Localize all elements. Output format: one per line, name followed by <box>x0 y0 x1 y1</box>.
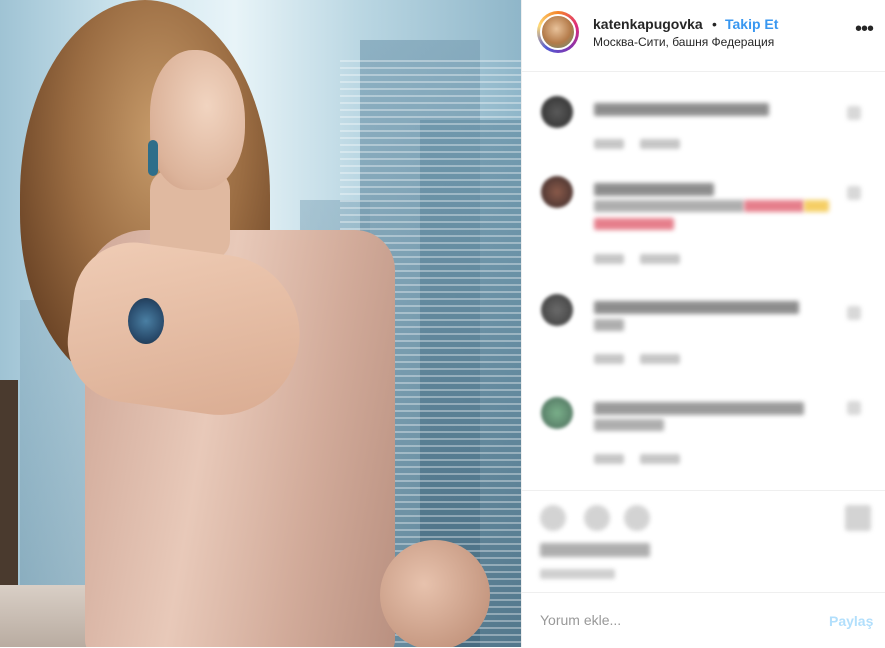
ellipsis-icon[interactable]: ••• <box>852 19 876 43</box>
comment-icon[interactable] <box>584 505 610 531</box>
post-photo[interactable] <box>0 0 521 647</box>
heart-icon[interactable] <box>847 306 861 320</box>
redacted-comment-text <box>594 301 799 314</box>
avatar[interactable] <box>540 14 576 50</box>
follow-button[interactable]: Takip Et <box>725 16 778 32</box>
redacted-reply[interactable] <box>640 139 680 149</box>
redacted-post-date <box>540 569 615 579</box>
redacted-comment-text <box>594 419 664 431</box>
redacted-comment-text <box>594 200 744 212</box>
post-side-panel: katenkapugovka • Takip Et Москва-Сити, б… <box>521 0 885 647</box>
post-header: katenkapugovka • Takip Et Москва-Сити, б… <box>522 0 885 72</box>
redacted-comment-meta <box>594 254 624 264</box>
story-ring[interactable] <box>537 11 579 53</box>
location-link[interactable]: Москва-Сити, башня Федерация <box>593 35 774 49</box>
redacted-reply[interactable] <box>640 454 680 464</box>
avatar[interactable] <box>541 176 573 208</box>
separator-dot: • <box>712 16 717 32</box>
redacted-reply[interactable] <box>640 354 680 364</box>
heart-icon[interactable] <box>847 106 861 120</box>
comment-input[interactable] <box>540 608 810 632</box>
earring <box>148 140 158 176</box>
redacted-emoji <box>744 200 804 212</box>
username-link[interactable]: katenkapugovka <box>593 16 703 32</box>
redacted-comment-text <box>594 402 804 415</box>
redacted-comment-text <box>594 103 769 116</box>
share-icon[interactable] <box>624 505 650 531</box>
heart-icon[interactable] <box>847 401 861 415</box>
redacted-comment-meta <box>594 454 624 464</box>
avatar[interactable] <box>541 397 573 429</box>
model-face <box>150 50 245 190</box>
redacted-reply[interactable] <box>640 254 680 264</box>
heart-icon[interactable] <box>540 505 566 531</box>
add-comment-bar: Paylaş <box>522 592 885 648</box>
redacted-comment-meta <box>594 354 624 364</box>
comments-list[interactable] <box>522 72 885 489</box>
heart-icon[interactable] <box>847 186 861 200</box>
redacted-emoji <box>594 218 674 230</box>
redacted-comment-text <box>594 319 624 331</box>
redacted-comment-text <box>594 183 714 196</box>
ring <box>128 298 164 344</box>
post-actions <box>522 490 885 592</box>
bookmark-icon[interactable] <box>845 505 871 531</box>
redacted-comment-meta <box>594 139 624 149</box>
share-button[interactable]: Paylaş <box>829 613 873 629</box>
redacted-emoji <box>804 200 829 212</box>
redacted-like-count[interactable] <box>540 543 650 557</box>
avatar[interactable] <box>541 96 573 128</box>
avatar[interactable] <box>541 294 573 326</box>
model-knee <box>380 540 490 647</box>
